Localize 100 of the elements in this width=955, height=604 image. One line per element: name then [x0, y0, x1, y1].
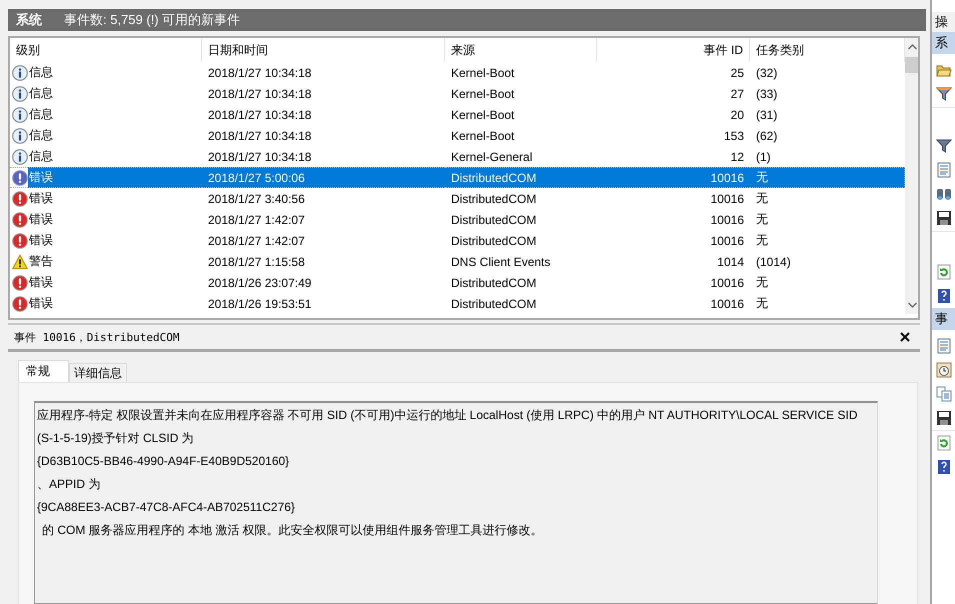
clock-icon[interactable]: [936, 362, 952, 378]
event-title: 事件 10016，DistributedCOM: [14, 330, 180, 344]
message-line: {D63B10C5-BB46-4990-A94F-E40B9D520160}: [37, 453, 290, 470]
level-label: 错误: [29, 295, 53, 312]
event-count: 事件数: 5,759 (!) 可用的新事件: [64, 11, 240, 29]
filter-icon[interactable]: [936, 86, 952, 102]
error-icon: [12, 296, 28, 312]
table-cell-text: 2018/1/26 19:53:51: [207, 296, 312, 312]
table-cell-text: 2018/1/27 3:40:56: [207, 190, 306, 208]
column-header[interactable]: 级别: [10, 38, 202, 62]
actions-section[interactable]: 事: [932, 308, 955, 330]
table-cell-text: 2018/1/27 10:34:18: [207, 86, 312, 102]
column-header[interactable]: 来源: [445, 38, 597, 62]
table-cell[interactable]: 信息: [10, 146, 202, 167]
filter-icon[interactable]: [936, 138, 952, 154]
scroll-thumb[interactable]: [905, 57, 918, 73]
table-cell-text: 2018/1/27 10:34:18: [207, 64, 312, 82]
table-cell-text: Kernel-Boot: [450, 128, 516, 144]
table-cell-text: 2018/1/27 1:15:58: [207, 254, 306, 270]
table-cell[interactable]: 错误: [10, 188, 202, 209]
actions-header: 操: [932, 12, 955, 32]
table-cell: 10016: [597, 167, 750, 188]
table-cell-text: 2018/1/27 10:34:18: [207, 128, 312, 144]
table-cell-text: (31): [755, 106, 778, 124]
level-label: 错误: [29, 190, 53, 207]
column-header[interactable]: 日期和时间: [202, 38, 445, 62]
table-cell[interactable]: 信息: [10, 104, 202, 125]
table-cell-text: (1014): [755, 254, 792, 270]
copy-icon[interactable]: [936, 386, 952, 402]
tab[interactable]: 详细信息: [69, 363, 127, 382]
table-cell-text: DistributedCOM: [450, 190, 538, 208]
table-cell-text: 无: [755, 211, 769, 228]
table-cell-text: 20: [730, 106, 745, 124]
refresh-icon[interactable]: [936, 264, 952, 280]
message-line: 、APPID 为: [37, 476, 102, 493]
message-line: (S-1-5-19)授予针对 CLSID 为: [37, 430, 195, 447]
level-label: 信息: [29, 127, 53, 144]
table-cell-text: 无: [755, 190, 769, 207]
help-icon[interactable]: [936, 288, 952, 304]
tab[interactable]: 常规: [18, 360, 69, 382]
table-cell-text: Kernel-Boot: [450, 86, 516, 102]
binoculars-icon[interactable]: [936, 186, 952, 202]
level-label: 警告: [29, 253, 53, 270]
level-label: 信息: [29, 64, 53, 81]
error-icon: [12, 212, 28, 228]
table-cell[interactable]: 错误: [10, 293, 202, 314]
table-cell[interactable]: 警告: [10, 251, 202, 272]
save-icon[interactable]: [936, 210, 952, 226]
save-icon[interactable]: [936, 410, 952, 426]
table-cell-text: 12: [730, 148, 745, 166]
table-cell-text: (62): [755, 128, 778, 144]
table-cell[interactable]: 信息: [10, 62, 202, 83]
error-icon: [12, 232, 28, 248]
actions-section[interactable]: 系: [932, 32, 955, 54]
table-cell-text: 10016: [710, 212, 745, 228]
table-cell[interactable]: 信息: [10, 83, 202, 104]
help-icon[interactable]: [936, 459, 952, 475]
table-cell[interactable]: 错误: [10, 272, 202, 293]
table-cell-text: (32): [755, 64, 778, 82]
document-icon[interactable]: [936, 162, 952, 178]
info-icon: [12, 86, 28, 102]
table-cell-text: DNS Client Events: [450, 254, 552, 270]
column-header[interactable]: 事件 ID: [597, 38, 750, 62]
table-cell-text: 无: [755, 295, 769, 312]
table-cell-text: 2018/1/26 23:07:49: [207, 274, 312, 292]
message-line: 的 COM 服务器应用程序的 本地 激活 权限。此安全权限可以使用组件服务管理工具进行修改。: [41, 522, 544, 539]
table-cell[interactable]: 错误: [10, 209, 202, 230]
table-cell: 无: [750, 167, 905, 188]
table-cell-text: DistributedCOM: [450, 212, 538, 228]
scroll-up-icon[interactable]: [908, 44, 917, 50]
info-icon: [12, 128, 28, 144]
close-button[interactable]: [898, 330, 912, 344]
table-cell-text: 10016: [710, 190, 745, 208]
close-icon: [900, 332, 910, 342]
info-icon: [12, 64, 28, 80]
document-icon[interactable]: [936, 338, 952, 354]
table-cell[interactable]: 信息: [10, 125, 202, 146]
table-cell[interactable]: 错误: [10, 230, 202, 251]
table-cell-text: 2018/1/27 10:34:18: [207, 148, 312, 166]
message-line: 应用程序-特定 权限设置并未向在应用程序容器 不可用 SID (不可用)中运行的地址 LocalHost (使用 LRPC) 中的用户 NT AUTHORITY\LOCAL SERVICE SID: [37, 407, 859, 424]
panel-title: 系统: [16, 11, 42, 29]
table-cell[interactable]: 错误: [10, 167, 202, 188]
table-cell-text: 10016: [710, 232, 745, 250]
level-label: 信息: [29, 85, 53, 102]
table-cell-text: (1): [755, 148, 772, 166]
table-cell-text: 2018/1/27 1:42:07: [207, 232, 306, 250]
error-icon: [12, 170, 28, 186]
table-cell-text: (33): [755, 86, 778, 102]
warning-icon: [12, 254, 28, 270]
refresh-icon[interactable]: [936, 435, 952, 451]
table-cell-text: 1014: [716, 254, 745, 270]
table-cell-text: DistributedCOM: [450, 296, 538, 312]
table-cell-text: 无: [755, 274, 769, 291]
table-cell-text: Kernel-Boot: [450, 106, 516, 124]
level-label: 错误: [29, 274, 53, 291]
table-cell-text: 27: [730, 86, 745, 102]
scroll-down-icon[interactable]: [908, 302, 917, 308]
scrollbar[interactable]: [905, 38, 918, 314]
table-cell-text: 无: [755, 232, 769, 249]
level-label: 错误: [29, 211, 53, 228]
